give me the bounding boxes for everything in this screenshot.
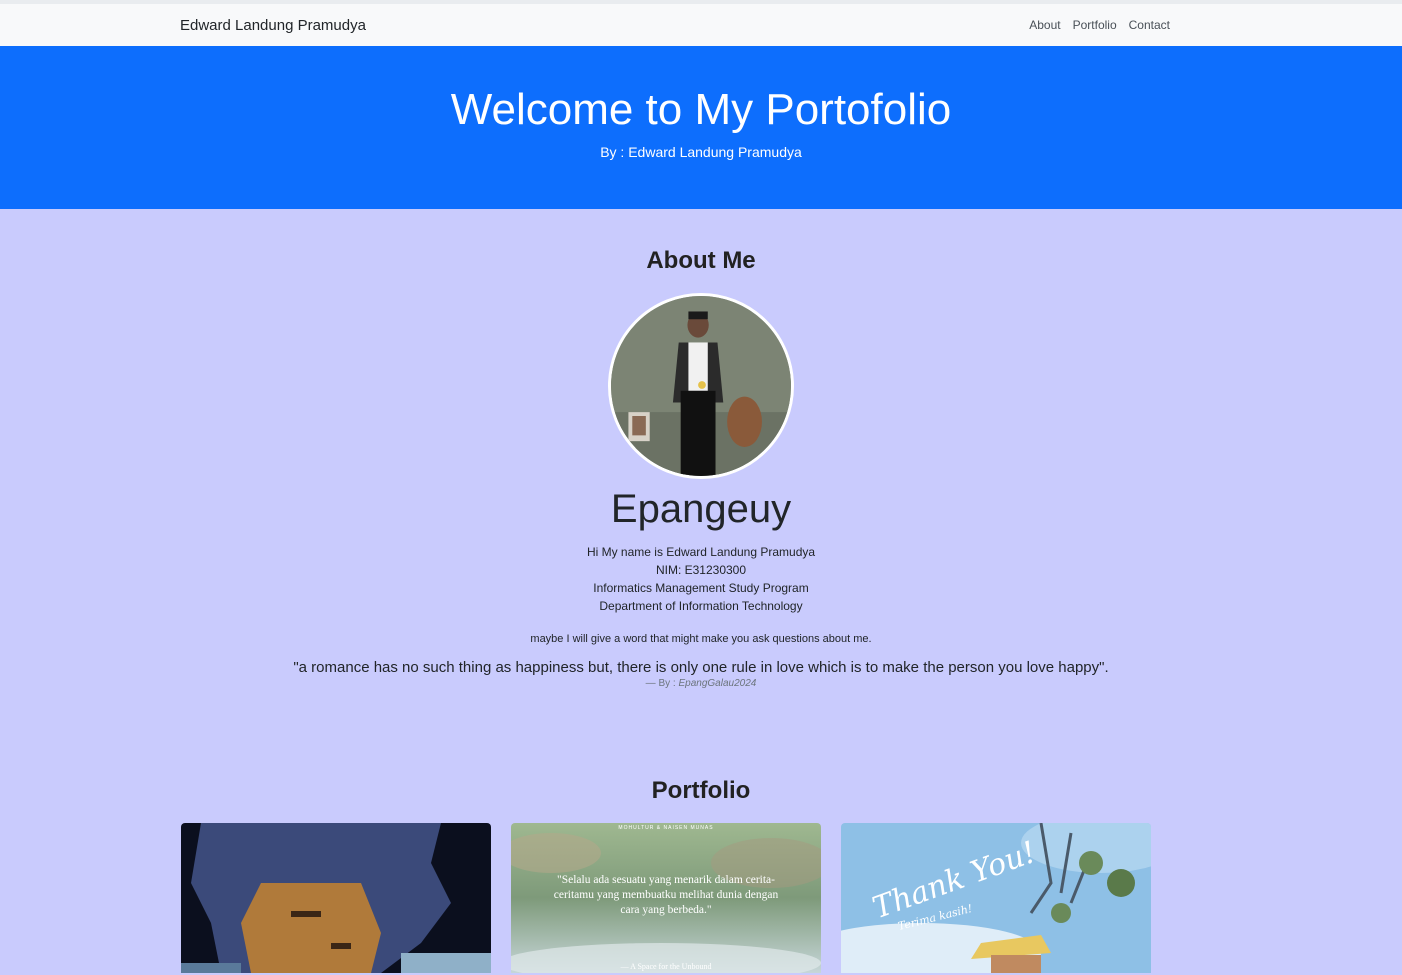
quote: "a romance has no such thing as happines… [293, 659, 1109, 676]
about-section: About Me Epangeuy Hi My name is Edward L… [0, 209, 1402, 689]
navbar: Edward Landung Pramudya About Portfolio … [0, 4, 1402, 46]
portfolio-card-quote[interactable]: MOHULTUR & NAISEN MUNAS "Selalu ada sesu… [511, 823, 821, 973]
quote-card-text: "Selalu ada sesuatu yang menarik dalam c… [553, 874, 779, 916]
quote-card-top-text: MOHULTUR & NAISEN MUNAS [618, 825, 714, 831]
bio-line-nim: NIM: E31230300 [655, 563, 747, 577]
portfolio-cards: MOHULTUR & NAISEN MUNAS "Selalu ada sesu… [181, 823, 1151, 973]
bio-line-program: Informatics Management Study Program [593, 581, 809, 595]
hero-title: Welcome to My Portofolio [450, 85, 952, 134]
nickname: Epangeuy [610, 487, 792, 531]
about-heading: About Me [646, 247, 756, 274]
pixel-art-image [181, 823, 491, 973]
quote-attribution: — By : EpangGalau2024 [0, 678, 1402, 689]
portfolio-card-thank-you[interactable]: Thank You! Terima kasih! [841, 823, 1151, 973]
portfolio-heading: Portfolio [651, 777, 751, 804]
nav-link-about[interactable]: About [1029, 18, 1060, 32]
bio: Hi My name is Edward Landung Pramudya NI… [0, 543, 1402, 615]
bio-line-department: Department of Information Technology [599, 599, 803, 613]
nav-links: About Portfolio Contact [1029, 18, 1170, 32]
navbar-inner: Edward Landung Pramudya About Portfolio … [180, 17, 1170, 34]
avatar-photo [611, 296, 791, 476]
avatar [608, 293, 794, 479]
quote-card-credit: — A Space for the Unbound [620, 962, 712, 971]
navbar-brand[interactable]: Edward Landung Pramudya [180, 17, 366, 34]
nav-link-portfolio[interactable]: Portfolio [1073, 18, 1117, 32]
bio-line-name: Hi My name is Edward Landung Pramudya [586, 545, 816, 559]
portfolio-section: Portfolio MOHULTUR & NAISEN MUNAS "Selal… [0, 689, 1402, 973]
intro-text: maybe I will give a word that might make… [530, 633, 872, 645]
portfolio-card-pixel-art[interactable] [181, 823, 491, 973]
quote-author: EpangGalau2024 [678, 678, 757, 689]
hero-subtitle: By : Edward Landung Pramudya [600, 144, 802, 160]
hero-banner: Welcome to My Portofolio By : Edward Lan… [0, 46, 1402, 209]
nav-link-contact[interactable]: Contact [1129, 18, 1170, 32]
quote-by-prefix: — By : [645, 678, 679, 689]
